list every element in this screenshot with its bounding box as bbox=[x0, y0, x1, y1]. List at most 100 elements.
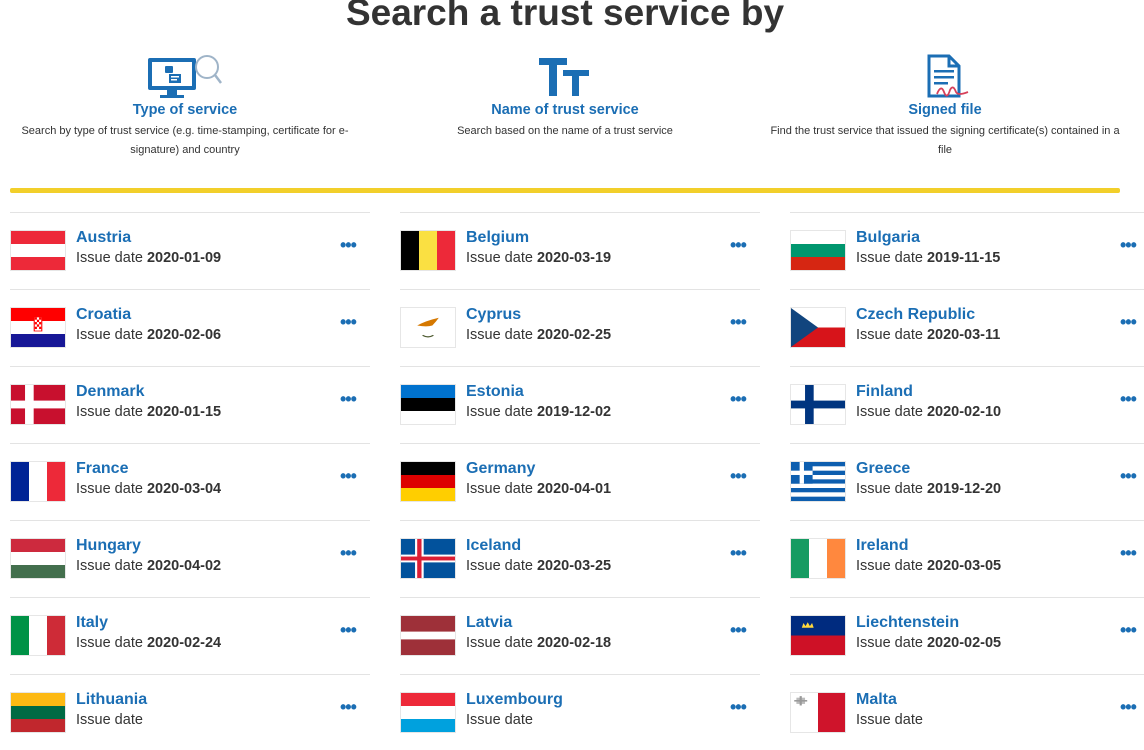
issue-date-value: 2019-12-20 bbox=[926, 481, 1002, 497]
country-name-link[interactable]: Bulgaria bbox=[856, 229, 920, 247]
more-options-icon[interactable]: ••• bbox=[730, 313, 748, 335]
issue-date-label: Issue date bbox=[76, 327, 143, 343]
more-options-icon[interactable]: ••• bbox=[730, 698, 748, 720]
more-options-icon[interactable]: ••• bbox=[340, 621, 358, 643]
country-item[interactable]: Austria Issue date 2020-01-09 ••• bbox=[10, 212, 380, 288]
issue-date-value: 2020-02-18 bbox=[536, 635, 612, 651]
issue-date-value: 2020-02-25 bbox=[536, 327, 612, 343]
name-of-trust-service-option[interactable]: Name of trust service Search based on th… bbox=[400, 52, 730, 141]
country-item[interactable]: Latvia Issue date 2020-02-18 ••• bbox=[400, 597, 770, 673]
country-item[interactable]: Cyprus Issue date 2020-02-25 ••• bbox=[400, 289, 770, 365]
country-item[interactable]: Denmark Issue date 2020-01-15 ••• bbox=[10, 366, 380, 442]
country-item[interactable]: Belgium Issue date 2020-03-19 ••• bbox=[400, 212, 770, 288]
country-item[interactable]: France Issue date 2020-03-04 ••• bbox=[10, 443, 380, 519]
country-name-link[interactable]: Malta bbox=[856, 691, 897, 709]
country-name-link[interactable]: Estonia bbox=[466, 383, 524, 401]
issue-date-value: 2020-01-15 bbox=[146, 404, 222, 420]
country-item[interactable]: Finland Issue date 2020-02-10 ••• bbox=[790, 366, 1144, 442]
more-options-icon[interactable]: ••• bbox=[1120, 390, 1138, 412]
more-options-icon[interactable]: ••• bbox=[1120, 467, 1138, 489]
more-options-icon[interactable]: ••• bbox=[1120, 544, 1138, 566]
issue-date-value: 2020-01-09 bbox=[146, 250, 222, 266]
issue-date-label: Issue date bbox=[856, 712, 923, 728]
country-item[interactable]: Estonia Issue date 2019-12-02 ••• bbox=[400, 366, 770, 442]
signed-file-option[interactable]: Signed file Find the trust service that … bbox=[765, 52, 1125, 160]
issue-date-value: 2020-04-01 bbox=[536, 481, 612, 497]
country-item[interactable]: Hungary Issue date 2020-04-02 ••• bbox=[10, 520, 380, 596]
country-name-link[interactable]: Croatia bbox=[76, 306, 131, 324]
country-flag-icon bbox=[790, 615, 846, 656]
country-name-link[interactable]: Finland bbox=[856, 383, 913, 401]
issue-date-value: 2020-03-04 bbox=[146, 481, 222, 497]
monitor-search-icon bbox=[148, 55, 222, 98]
country-name-link[interactable]: Greece bbox=[856, 460, 910, 478]
country-name-link[interactable]: Belgium bbox=[466, 229, 529, 247]
country-item[interactable]: Bulgaria Issue date 2019-11-15 ••• bbox=[790, 212, 1144, 288]
country-item[interactable]: Luxembourg Issue date ••• bbox=[400, 674, 770, 750]
country-name-link[interactable]: France bbox=[76, 460, 128, 478]
country-name-link[interactable]: Czech Republic bbox=[856, 306, 975, 324]
country-item[interactable]: Lithuania Issue date ••• bbox=[10, 674, 380, 750]
more-options-icon[interactable]: ••• bbox=[730, 544, 748, 566]
type-of-service-option[interactable]: Type of service Search by type of trust … bbox=[10, 52, 360, 160]
country-item[interactable]: Iceland Issue date 2020-03-25 ••• bbox=[400, 520, 770, 596]
name-of-trust-service-label: Name of trust service bbox=[491, 102, 639, 118]
country-name-link[interactable]: Italy bbox=[76, 614, 108, 632]
more-options-icon[interactable]: ••• bbox=[340, 467, 358, 489]
issue-date-label: Issue date bbox=[76, 404, 143, 420]
more-options-icon[interactable]: ••• bbox=[340, 390, 358, 412]
issue-date-value: 2020-03-25 bbox=[536, 558, 612, 574]
more-options-icon[interactable]: ••• bbox=[340, 313, 358, 335]
issue-date: Issue date 2020-01-09 bbox=[76, 250, 221, 266]
country-flag-icon bbox=[790, 307, 846, 348]
issue-date-label: Issue date bbox=[856, 327, 923, 343]
country-name-link[interactable]: Latvia bbox=[466, 614, 512, 632]
country-item[interactable]: Liechtenstein Issue date 2020-02-05 ••• bbox=[790, 597, 1144, 673]
country-name-link[interactable]: Ireland bbox=[856, 537, 908, 555]
country-item[interactable]: Greece Issue date 2019-12-20 ••• bbox=[790, 443, 1144, 519]
more-options-icon[interactable]: ••• bbox=[340, 236, 358, 258]
issue-date-label: Issue date bbox=[76, 558, 143, 574]
more-options-icon[interactable]: ••• bbox=[730, 467, 748, 489]
issue-date: Issue date 2020-03-04 bbox=[76, 481, 221, 497]
issue-date: Issue date 2020-03-05 bbox=[856, 558, 1001, 574]
country-flag-icon bbox=[790, 538, 846, 579]
country-name-link[interactable]: Denmark bbox=[76, 383, 144, 401]
page-title: Search a trust service by bbox=[345, 0, 785, 33]
type-of-service-description: Search by type of trust service (e.g. ti… bbox=[21, 125, 349, 156]
country-item[interactable]: Germany Issue date 2020-04-01 ••• bbox=[400, 443, 770, 519]
issue-date: Issue date bbox=[856, 712, 923, 728]
more-options-icon[interactable]: ••• bbox=[1120, 698, 1138, 720]
country-item[interactable]: Czech Republic Issue date 2020-03-11 ••• bbox=[790, 289, 1144, 365]
country-item[interactable]: Malta Issue date ••• bbox=[790, 674, 1144, 750]
more-options-icon[interactable]: ••• bbox=[340, 698, 358, 720]
country-name-link[interactable]: Austria bbox=[76, 229, 131, 247]
more-options-icon[interactable]: ••• bbox=[730, 236, 748, 258]
issue-date: Issue date 2020-02-10 bbox=[856, 404, 1001, 420]
more-options-icon[interactable]: ••• bbox=[730, 390, 748, 412]
country-name-link[interactable]: Germany bbox=[466, 460, 535, 478]
issue-date-label: Issue date bbox=[466, 558, 533, 574]
issue-date: Issue date 2020-04-02 bbox=[76, 558, 221, 574]
country-name-link[interactable]: Cyprus bbox=[466, 306, 521, 324]
issue-date-label: Issue date bbox=[76, 481, 143, 497]
country-flag-icon bbox=[400, 692, 456, 733]
more-options-icon[interactable]: ••• bbox=[1120, 621, 1138, 643]
more-options-icon[interactable]: ••• bbox=[730, 621, 748, 643]
country-flag-icon bbox=[10, 461, 66, 502]
country-item[interactable]: Ireland Issue date 2020-03-05 ••• bbox=[790, 520, 1144, 596]
signed-file-description: Find the trust service that issued the s… bbox=[770, 125, 1120, 156]
country-name-link[interactable]: Liechtenstein bbox=[856, 614, 959, 632]
more-options-icon[interactable]: ••• bbox=[1120, 313, 1138, 335]
country-item[interactable]: Croatia Issue date 2020-02-06 ••• bbox=[10, 289, 380, 365]
more-options-icon[interactable]: ••• bbox=[340, 544, 358, 566]
country-flag-icon bbox=[10, 230, 66, 271]
country-name-link[interactable]: Hungary bbox=[76, 537, 141, 555]
country-name-link[interactable]: Luxembourg bbox=[466, 691, 563, 709]
more-options-icon[interactable]: ••• bbox=[1120, 236, 1138, 258]
country-item[interactable]: Italy Issue date 2020-02-24 ••• bbox=[10, 597, 380, 673]
issue-date-value: 2020-02-05 bbox=[926, 635, 1002, 651]
country-name-link[interactable]: Lithuania bbox=[76, 691, 147, 709]
country-name-link[interactable]: Iceland bbox=[466, 537, 521, 555]
issue-date-value: 2020-03-19 bbox=[536, 250, 612, 266]
